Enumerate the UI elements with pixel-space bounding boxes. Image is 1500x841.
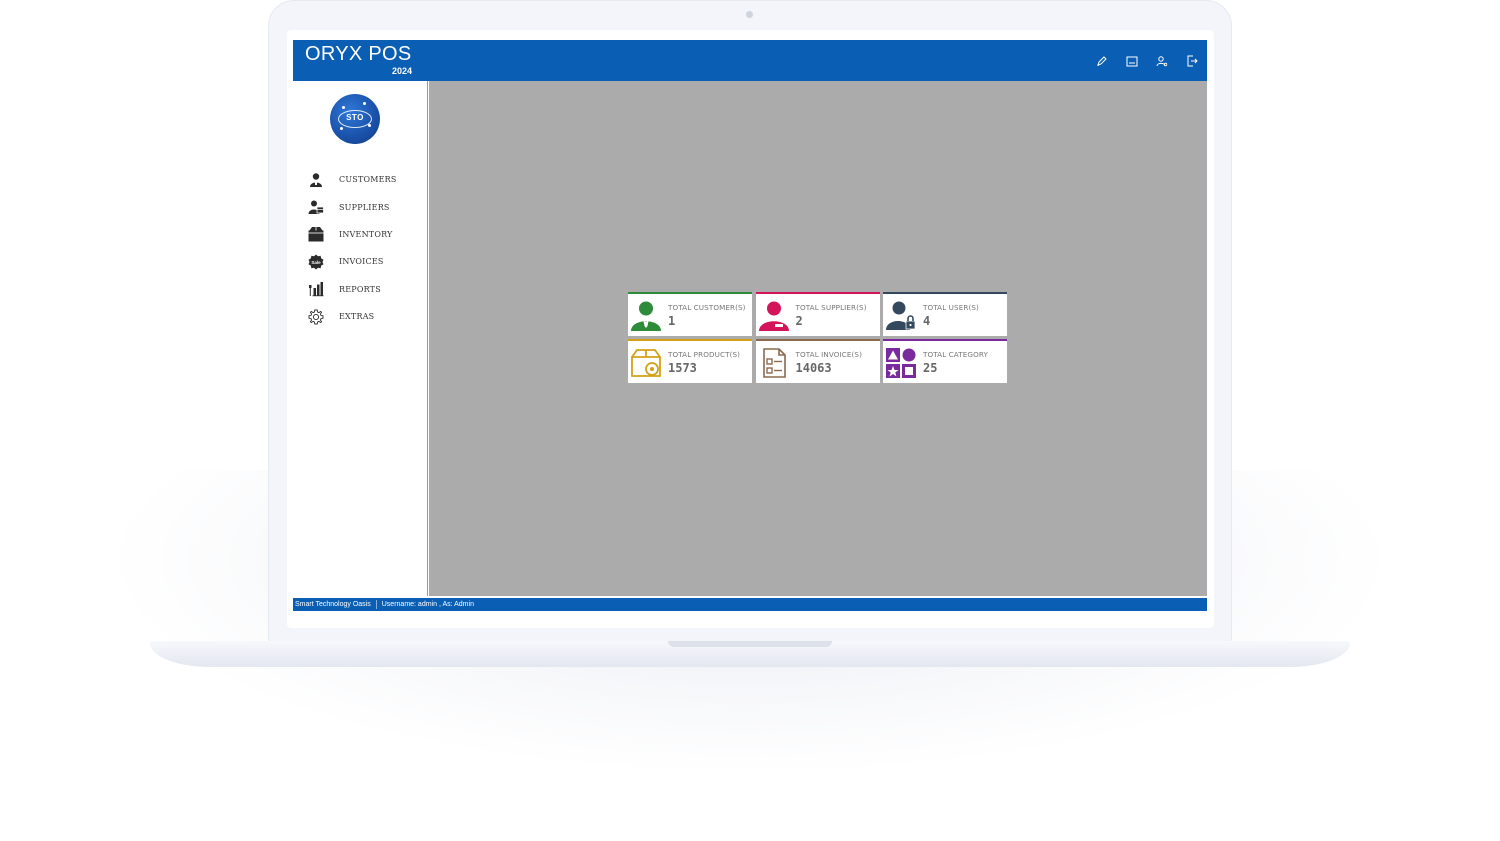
stat-card-suppliers[interactable]: TOTAL SUPPLIER(S) 2 xyxy=(755,292,880,336)
stat-card-label: TOTAL INVOICE(S) xyxy=(795,350,862,359)
status-company: Smart Technology Oasis xyxy=(295,601,371,608)
sidebar: STO CUSTOMERS SUPPLIERS INVENTORY Sale I… xyxy=(293,81,428,596)
sidebar-item-extras[interactable]: EXTRAS xyxy=(293,303,428,330)
sidebar-item-reports[interactable]: REPORTS xyxy=(293,276,428,303)
sidebar-item-label: SUPPLIERS xyxy=(339,202,390,212)
sidebar-item-label: INVENTORY xyxy=(339,229,393,239)
laptop-notch xyxy=(668,641,832,647)
app-window: ORYX POS 2024 STO CUSTOMERS SUPPLIERS IN… xyxy=(293,40,1207,611)
logo-dot xyxy=(368,124,371,127)
category-shapes-icon xyxy=(884,346,918,380)
sidebar-item-suppliers[interactable]: SUPPLIERS xyxy=(293,193,428,220)
stat-card-products[interactable]: TOTAL PRODUCT(S) 1573 xyxy=(628,339,752,383)
sidebar-item-inventory[interactable]: INVENTORY xyxy=(293,221,428,248)
stat-card-label: TOTAL USER(S) xyxy=(923,303,979,312)
stat-card-invoices[interactable]: TOTAL INVOICE(S) 14063 xyxy=(755,339,880,383)
svg-text:Sale: Sale xyxy=(311,260,321,265)
main-content: TOTAL CUSTOMER(S) 1 TOTAL SUPPLIER(S) 2 … xyxy=(429,81,1207,596)
supplier-icon xyxy=(757,299,791,333)
sidebar-item-label: CUSTOMERS xyxy=(339,175,397,185)
stat-card-value: 25 xyxy=(923,361,938,375)
logo-text: STO xyxy=(346,113,364,122)
pen-icon[interactable] xyxy=(1093,54,1111,68)
app-year: 2024 xyxy=(392,66,413,76)
sidebar-item-label: EXTRAS xyxy=(339,312,375,322)
stat-card-label: TOTAL CUSTOMER(S) xyxy=(668,303,746,312)
stage: ORYX POS 2024 STO CUSTOMERS SUPPLIERS IN… xyxy=(0,0,1500,841)
status-separator xyxy=(375,599,377,609)
keyboard-icon[interactable] xyxy=(1123,54,1141,68)
stat-card-customers[interactable]: TOTAL CUSTOMER(S) 1 xyxy=(628,292,752,336)
product-box-icon xyxy=(629,346,663,380)
header-toolbar xyxy=(1093,54,1201,68)
logo-dot xyxy=(363,102,366,105)
customer-icon xyxy=(307,171,325,189)
invoice-doc-icon xyxy=(757,346,791,380)
stat-card-value: 1573 xyxy=(668,361,697,375)
sidebar-item-label: INVOICES xyxy=(339,257,384,267)
company-logo: STO xyxy=(330,94,380,144)
logo-dot xyxy=(340,127,343,130)
camera-icon xyxy=(746,11,753,18)
supplier-icon xyxy=(307,198,325,216)
logo-dot xyxy=(342,106,345,109)
app-title: ORYX POS xyxy=(305,43,412,65)
stat-card-users[interactable]: TOTAL USER(S) 4 xyxy=(883,292,1007,336)
sale-badge-icon: Sale xyxy=(307,253,325,271)
sidebar-item-invoices[interactable]: Sale INVOICES xyxy=(293,248,428,275)
sidebar-nav: CUSTOMERS SUPPLIERS INVENTORY Sale INVOI… xyxy=(293,166,428,330)
sidebar-item-customers[interactable]: CUSTOMERS xyxy=(293,166,428,193)
logout-icon[interactable] xyxy=(1183,54,1201,68)
sidebar-item-label: REPORTS xyxy=(339,284,381,294)
stat-card-label: TOTAL SUPPLIER(S) xyxy=(795,303,867,312)
user-lock-icon xyxy=(884,299,918,333)
box-icon xyxy=(307,225,325,243)
stat-card-value: 1 xyxy=(668,314,676,328)
status-bar: Smart Technology Oasis Username: admin , … xyxy=(293,598,1207,611)
stat-card-label: TOTAL PRODUCT(S) xyxy=(668,350,741,359)
app-header: ORYX POS 2024 xyxy=(293,40,1207,81)
status-user-info: Username: admin , As: Admin xyxy=(381,601,474,608)
stat-card-value: 14063 xyxy=(795,361,832,375)
customer-icon xyxy=(629,299,663,333)
dashboard-cards: TOTAL CUSTOMER(S) 1 TOTAL SUPPLIER(S) 2 … xyxy=(628,292,1009,383)
stat-card-value: 4 xyxy=(923,314,931,328)
report-chart-icon xyxy=(307,280,325,298)
stat-card-value: 2 xyxy=(795,314,803,328)
user-settings-icon[interactable] xyxy=(1153,54,1171,68)
stat-card-categories[interactable]: TOTAL CATEGORY 25 xyxy=(883,339,1007,383)
stat-card-label: TOTAL CATEGORY xyxy=(923,350,988,359)
gear-icon xyxy=(307,308,325,326)
